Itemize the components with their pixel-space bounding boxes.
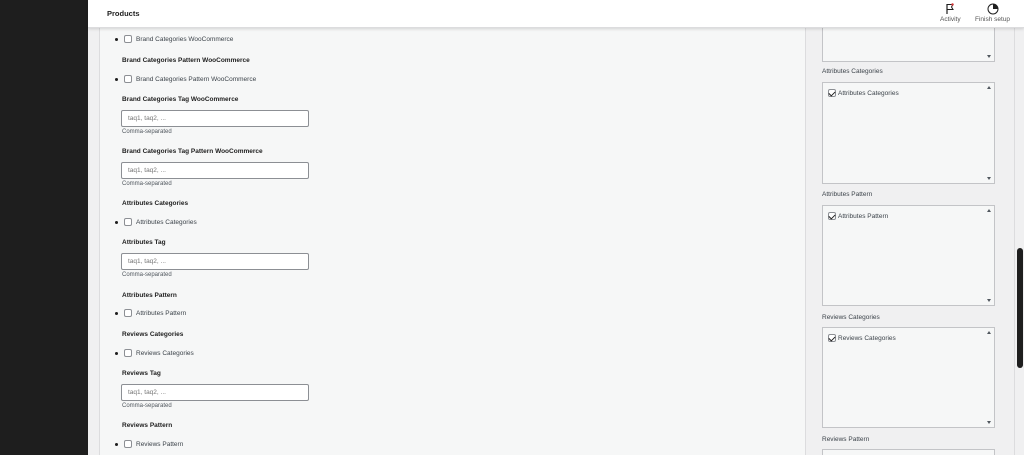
- scroll-down-arrow-icon[interactable]: [987, 55, 991, 58]
- reviews-pattern-checkbox-label: Reviews Pattern: [136, 440, 184, 448]
- brand-categories-tag-help: Comma-separated: [122, 129, 172, 135]
- attributes-pattern-side-label: Attributes Pattern: [838, 212, 889, 220]
- sidebar-listbox-top[interactable]: [822, 28, 995, 62]
- sidebar-reviews-pattern-label: Reviews Pattern: [822, 436, 870, 443]
- reviews-tag-heading: Reviews Tag: [122, 370, 161, 377]
- scroll-down-arrow-icon[interactable]: [987, 299, 991, 302]
- activity-label: Activity: [940, 16, 961, 23]
- brand-categories-pattern-heading: Brand Categories Pattern WooCommerce: [122, 57, 250, 64]
- reviews-tag-help: Comma-separated: [122, 403, 172, 409]
- attributes-pattern-checkbox[interactable]: [124, 309, 132, 317]
- brand-categories-tag-heading: Brand Categories Tag WooCommerce: [122, 96, 239, 103]
- brand-categories-pattern-checkbox[interactable]: [124, 75, 132, 83]
- list-item[interactable]: Reviews Categories: [115, 349, 194, 357]
- attributes-pattern-side-checkbox[interactable]: [828, 212, 836, 220]
- attributes-tag-heading: Attributes Tag: [122, 239, 166, 246]
- attributes-tag-help: Comma-separated: [122, 272, 172, 278]
- bullet: [115, 442, 118, 446]
- reviews-categories-heading: Reviews Categories: [122, 331, 184, 338]
- reviews-categories-checkbox-label: Reviews Categories: [136, 349, 194, 357]
- reviews-categories-side-checkbox[interactable]: [828, 334, 836, 342]
- reviews-tag-input[interactable]: [121, 384, 309, 401]
- progress-circle-icon: [987, 3, 999, 15]
- attributes-categories-side-label: Attributes Categories: [838, 89, 899, 97]
- sidebar-attributes-pattern-label: Attributes Pattern: [822, 191, 873, 198]
- list-item[interactable]: Attributes Pattern: [828, 212, 888, 220]
- scroll-up-arrow-icon[interactable]: [987, 86, 991, 89]
- sidebar-attributes-categories-label: Attributes Categories: [822, 68, 883, 75]
- page-scrollbar[interactable]: [1014, 0, 1024, 455]
- reviews-pattern-heading: Reviews Pattern: [122, 422, 173, 429]
- list-item[interactable]: Attributes Pattern: [115, 309, 186, 317]
- list-item[interactable]: Attributes Categories: [115, 218, 197, 226]
- brand-categories-checkbox-label: Brand Categories WooCommerce: [136, 35, 234, 43]
- attributes-categories-checkbox-label: Attributes Categories: [136, 218, 197, 226]
- attributes-categories-side-checkbox[interactable]: [828, 89, 836, 97]
- attributes-categories-checkbox[interactable]: [124, 218, 132, 226]
- bullet: [115, 311, 118, 315]
- scroll-down-arrow-icon[interactable]: [987, 177, 991, 180]
- scroll-up-arrow-icon[interactable]: [987, 209, 991, 212]
- reviews-categories-listbox[interactable]: Reviews Categories: [822, 327, 995, 428]
- activity-button[interactable]: Activity: [940, 3, 961, 23]
- reviews-categories-side-label: Reviews Categories: [838, 334, 896, 342]
- attributes-tag-input[interactable]: [121, 253, 309, 270]
- bullet: [115, 77, 118, 81]
- brand-categories-pattern-checkbox-label: Brand Categories Pattern WooCommerce: [136, 75, 257, 83]
- reviews-categories-checkbox[interactable]: [124, 349, 132, 357]
- top-header-bar: Products Activity Finish setup: [88, 0, 1024, 28]
- admin-sidebar: [0, 0, 88, 455]
- reviews-pattern-checkbox[interactable]: [124, 440, 132, 448]
- list-item[interactable]: Brand Categories Pattern WooCommerce: [115, 75, 256, 83]
- finish-setup-label: Finish setup: [975, 16, 1011, 23]
- bullet: [115, 351, 118, 355]
- attributes-pattern-checkbox-label: Attributes Pattern: [136, 309, 187, 317]
- brand-categories-tag-pattern-input[interactable]: [121, 162, 309, 179]
- attributes-categories-listbox[interactable]: Attributes Categories: [822, 82, 995, 184]
- list-item[interactable]: Reviews Categories: [828, 334, 896, 342]
- sidebar-reviews-categories-label: Reviews Categories: [822, 314, 880, 321]
- list-item[interactable]: Brand Categories WooCommerce: [115, 35, 233, 43]
- attributes-pattern-listbox[interactable]: Attributes Pattern: [822, 205, 995, 306]
- scroll-up-arrow-icon[interactable]: [987, 331, 991, 334]
- flag-icon: [946, 3, 955, 14]
- list-item[interactable]: Reviews Pattern: [115, 440, 183, 448]
- attributes-pattern-heading: Attributes Pattern: [122, 292, 177, 299]
- finish-setup-button[interactable]: Finish setup: [975, 3, 1010, 23]
- attributes-categories-heading: Attributes Categories: [122, 200, 189, 207]
- brand-categories-tag-pattern-heading: Brand Categories Tag Pattern WooCommerce: [122, 148, 263, 155]
- scrollbar-thumb[interactable]: [1017, 248, 1023, 368]
- page-title: Products: [107, 9, 140, 18]
- brand-categories-tag-pattern-help: Comma-separated: [122, 181, 172, 187]
- scroll-down-arrow-icon[interactable]: [987, 421, 991, 424]
- reviews-pattern-listbox[interactable]: [822, 449, 995, 455]
- list-item[interactable]: Attributes Categories: [828, 89, 899, 97]
- bullet: [115, 220, 118, 224]
- bullet: [115, 37, 118, 41]
- brand-categories-checkbox[interactable]: [124, 35, 132, 43]
- brand-categories-tag-input[interactable]: [121, 110, 309, 127]
